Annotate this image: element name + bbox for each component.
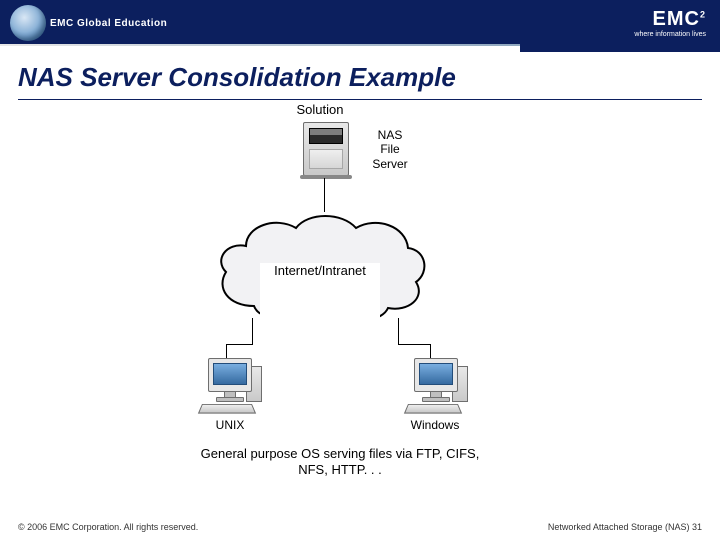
diagram-area: Solution NAS File Server Internet/Intran… bbox=[0, 100, 720, 500]
brand-right-sup: 2 bbox=[700, 9, 706, 19]
header-divider bbox=[0, 44, 520, 46]
brand-right-tagline: where information lives bbox=[634, 31, 706, 38]
brand-right: EMC2 where information lives bbox=[634, 9, 720, 38]
connector-right-drop bbox=[430, 344, 431, 358]
client-unix-label: UNIX bbox=[200, 418, 260, 432]
header-left: EMC Global Education bbox=[0, 0, 167, 46]
cloud-label: Internet/Intranet bbox=[260, 263, 380, 381]
slide-footer: © 2006 EMC Corporation. All rights reser… bbox=[0, 522, 720, 532]
brand-right-logo: EMC2 bbox=[653, 8, 706, 30]
connector-left-drop bbox=[226, 344, 227, 358]
client-windows-icon bbox=[404, 358, 468, 414]
globe-icon bbox=[10, 5, 46, 41]
footer-copyright: © 2006 EMC Corporation. All rights reser… bbox=[18, 522, 198, 532]
client-windows-label: Windows bbox=[405, 418, 465, 432]
server-icon bbox=[303, 122, 349, 176]
diagram-caption: General purpose OS serving files via FTP… bbox=[190, 446, 490, 477]
solution-label: Solution bbox=[280, 102, 360, 118]
connector-right-h bbox=[398, 344, 431, 345]
footer-page-ref: Networked Attached Storage (NAS) 31 bbox=[548, 522, 702, 532]
connector-server-to-cloud bbox=[324, 178, 325, 212]
brand-left-text: EMC Global Education bbox=[50, 18, 167, 29]
slide-header: EMC Global Education EMC2 where informat… bbox=[0, 0, 720, 46]
slide-title: NAS Server Consolidation Example bbox=[18, 62, 702, 93]
title-block: NAS Server Consolidation Example bbox=[0, 46, 720, 95]
brand-right-text: EMC bbox=[653, 8, 700, 30]
connector-cloud-right-v bbox=[398, 318, 399, 344]
client-unix-icon bbox=[198, 358, 262, 414]
connector-cloud-left-v bbox=[252, 318, 253, 344]
connector-left-h bbox=[226, 344, 253, 345]
nas-server-label: NAS File Server bbox=[360, 128, 420, 171]
